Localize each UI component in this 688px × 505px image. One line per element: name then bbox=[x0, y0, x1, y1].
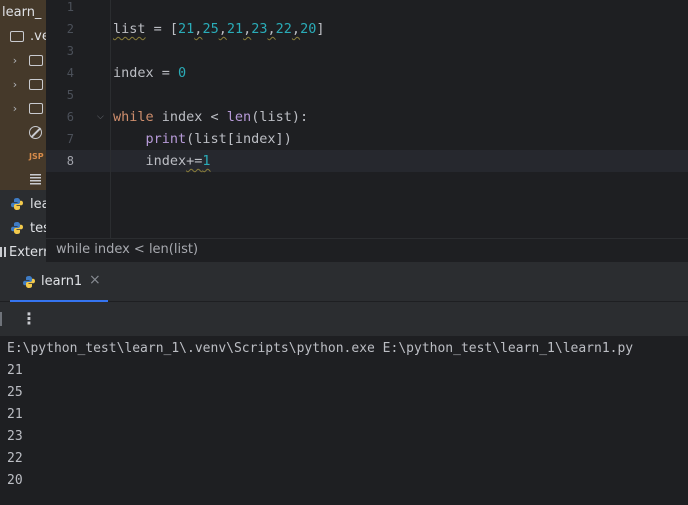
folder-icon bbox=[29, 54, 43, 66]
tree-item-text[interactable] bbox=[30, 169, 41, 191]
chevron-right-icon[interactable]: › bbox=[10, 102, 20, 115]
code-line[interactable]: 7 print(list[index]) bbox=[46, 128, 688, 150]
tree-item-jsp[interactable]: JSP bbox=[29, 145, 44, 167]
folder-icon bbox=[29, 78, 43, 90]
project-tree: learn_ .ve › › › JSP lea tes bbox=[0, 0, 46, 262]
chevron-right-icon[interactable]: › bbox=[10, 78, 20, 91]
tree-item-root[interactable]: learn_ bbox=[2, 1, 41, 23]
tree-item-label: .ve bbox=[30, 28, 46, 44]
line-number: 2 bbox=[66, 22, 74, 36]
fold-chevron-icon[interactable]: ⌵ bbox=[97, 112, 104, 122]
jsp-icon: JSP bbox=[29, 151, 44, 161]
python-icon bbox=[23, 276, 35, 288]
code-line[interactable]: 1 bbox=[46, 0, 688, 18]
tree-item-learn1[interactable]: lea bbox=[10, 193, 46, 215]
code-text: list = [21,25,21,23,22,20] bbox=[113, 21, 325, 37]
tree-item-label: tes bbox=[30, 220, 46, 236]
breadcrumb-item[interactable]: while index < len(list) bbox=[56, 242, 198, 257]
code-text: index = 0 bbox=[113, 65, 187, 81]
python-icon bbox=[11, 198, 23, 210]
tree-item-external-libraries[interactable]: Extern bbox=[0, 241, 46, 262]
close-icon[interactable]: × bbox=[89, 272, 101, 288]
code-line-active[interactable]: 8 index+=1 bbox=[46, 150, 688, 172]
more-options-button[interactable]: ⋮ bbox=[20, 308, 38, 330]
code-line[interactable]: 5 bbox=[46, 84, 688, 106]
line-number: 3 bbox=[66, 44, 74, 58]
code-line[interactable]: 2 list = [21,25,21,23,22,20] bbox=[46, 18, 688, 40]
python-icon bbox=[11, 222, 23, 234]
text-file-icon bbox=[30, 174, 41, 186]
line-number: 8 bbox=[66, 154, 74, 168]
library-icon bbox=[0, 247, 6, 257]
console-output-line: 21 bbox=[7, 363, 23, 378]
code-line[interactable]: 6 ⌵ while index < len(list): bbox=[46, 106, 688, 128]
tree-item-test[interactable]: tes bbox=[10, 217, 46, 239]
code-text: index+=1 bbox=[113, 153, 211, 169]
line-number: 1 bbox=[66, 0, 74, 14]
console-output[interactable]: E:\python_test\learn_1\.venv\Scripts\pyt… bbox=[0, 336, 688, 505]
line-number: 5 bbox=[66, 88, 74, 102]
tab-learn1[interactable]: learn1 × bbox=[10, 262, 108, 302]
folder-icon bbox=[10, 30, 24, 42]
code-editor[interactable]: 1 2 list = [21,25,21,23,22,20] 3 4 index… bbox=[46, 0, 688, 238]
console-command-line: E:\python_test\learn_1\.venv\Scripts\pyt… bbox=[7, 341, 634, 356]
tree-item-excluded[interactable] bbox=[29, 121, 42, 143]
tab-label: learn1 bbox=[41, 274, 83, 289]
line-number: 7 bbox=[66, 132, 74, 146]
breadcrumb[interactable]: while index < len(list) bbox=[46, 238, 688, 262]
line-number: 6 bbox=[66, 110, 74, 124]
code-text: print(list[index]) bbox=[145, 131, 292, 147]
folder-icon bbox=[29, 102, 43, 114]
console-output-line: 20 bbox=[7, 473, 23, 488]
code-line[interactable]: 4 index = 0 bbox=[46, 62, 688, 84]
run-tabs: learn1 × bbox=[0, 262, 688, 302]
tree-item-label: lea bbox=[30, 196, 46, 212]
code-line[interactable]: 3 bbox=[46, 40, 688, 62]
excluded-icon bbox=[29, 125, 42, 139]
tree-item-venv[interactable]: .ve bbox=[10, 25, 46, 47]
console-output-line: 21 bbox=[7, 407, 23, 422]
console-output-line: 25 bbox=[7, 385, 23, 400]
run-toolbar: ⋮ bbox=[0, 302, 688, 336]
tree-item-label: Extern bbox=[9, 244, 46, 260]
code-text: while index < len(list): bbox=[113, 109, 309, 125]
tree-item-label: learn_ bbox=[2, 4, 42, 20]
console-output-line: 22 bbox=[7, 451, 23, 466]
tree-item-folder[interactable]: › bbox=[10, 49, 43, 71]
run-tool-window: learn1 × ⋮ E:\python_test\learn_1\.venv\… bbox=[0, 262, 688, 505]
tree-item-folder[interactable]: › bbox=[10, 97, 43, 119]
line-number: 4 bbox=[66, 66, 74, 80]
chevron-right-icon[interactable]: › bbox=[10, 54, 20, 67]
tree-item-folder[interactable]: › bbox=[10, 73, 43, 95]
console-output-line: 23 bbox=[7, 429, 23, 444]
toolbar-edge-icon bbox=[0, 312, 2, 326]
